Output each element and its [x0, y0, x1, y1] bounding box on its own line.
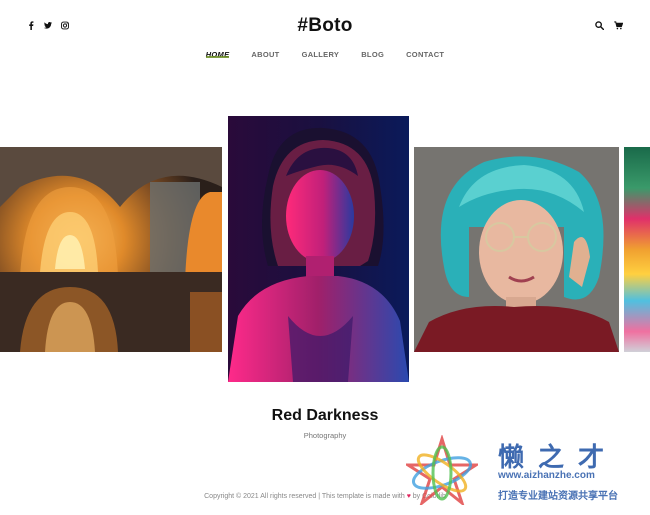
watermark: 懒之才 www.aizhanzhe.com 打造专业建站资源共享平台	[406, 435, 646, 513]
footer-copyright-text: Copyright © 2021 All rights reserved | T…	[204, 493, 407, 500]
image-carousel[interactable]	[0, 116, 650, 384]
search-icon[interactable]	[595, 21, 604, 30]
site-header: #Boto HOME ABOUT GALLERY BLOG CONTACT	[0, 0, 650, 80]
nav-item-gallery[interactable]: GALLERY	[291, 50, 351, 60]
colorful-abstract-photo	[624, 147, 650, 352]
teal-hair-portrait	[414, 147, 619, 352]
watermark-url: www.aizhanzhe.com	[498, 470, 595, 481]
nav-item-contact[interactable]: CONTACT	[395, 50, 455, 60]
header-tools	[595, 21, 623, 30]
watermark-logo-icon	[406, 435, 478, 505]
watermark-chinese-name: 懒之才	[498, 443, 619, 473]
nav-item-about[interactable]: ABOUT	[240, 50, 290, 60]
watermark-slogan: 打造专业建站资源共享平台	[498, 491, 618, 502]
cart-icon[interactable]	[614, 21, 623, 30]
red-darkness-portrait	[228, 116, 409, 382]
nav-item-home[interactable]: HOME	[195, 50, 241, 60]
slide-arched-corridor[interactable]	[0, 147, 222, 352]
slide-colorful[interactable]	[624, 147, 650, 352]
main-nav: HOME ABOUT GALLERY BLOG CONTACT	[0, 50, 650, 60]
arched-corridor-photo	[0, 147, 222, 352]
slide-red-darkness[interactable]	[228, 116, 409, 382]
slide-title[interactable]: Red Darkness	[0, 407, 650, 425]
nav-item-blog[interactable]: BLOG	[350, 50, 395, 60]
site-logo[interactable]: #Boto	[0, 15, 650, 37]
slide-teal-hair[interactable]	[414, 147, 619, 352]
